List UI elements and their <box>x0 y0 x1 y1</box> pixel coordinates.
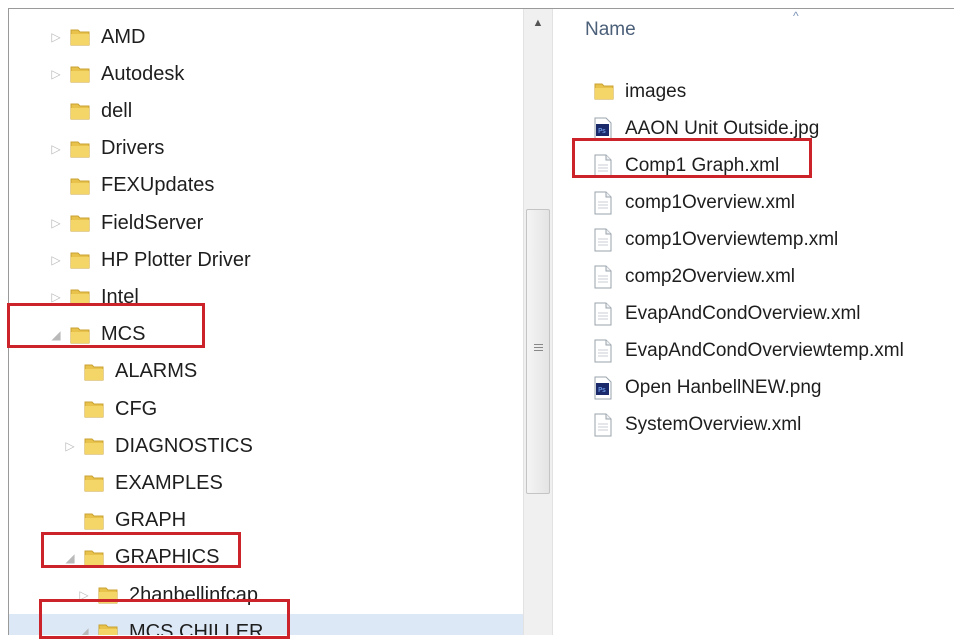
folder-icon <box>69 26 91 48</box>
folder-icon <box>593 80 614 104</box>
file-item-label: Open HanbellNEW.png <box>625 377 822 398</box>
sort-ascending-icon: ^ <box>793 9 799 23</box>
document-icon <box>593 413 613 437</box>
tree-item[interactable]: dell <box>49 93 132 129</box>
folder-icon <box>83 472 105 494</box>
file-item[interactable]: EvapAndCondOverviewtemp.xml <box>593 334 904 368</box>
expand-arrow-icon[interactable]: ▷ <box>49 67 63 81</box>
tree-item-label: CFG <box>115 397 158 420</box>
file-item-label: comp1Overview.xml <box>625 192 795 213</box>
folder-icon <box>83 435 105 457</box>
tree-item-label: FieldServer <box>101 211 204 234</box>
expand-arrow-icon <box>49 179 63 193</box>
tree-item-label: EXAMPLES <box>115 471 223 494</box>
tree-item[interactable]: ▷ DIAGNOSTICS <box>63 428 253 464</box>
tree-item[interactable]: EXAMPLES <box>63 465 223 501</box>
tree-item[interactable]: CFG <box>63 391 157 427</box>
document-icon <box>593 265 613 289</box>
folder-icon <box>83 398 105 420</box>
expand-arrow-icon <box>63 514 77 528</box>
document-icon <box>593 302 613 326</box>
expand-arrow-icon <box>49 104 63 118</box>
tree-item-label: Drivers <box>101 137 165 160</box>
folder-icon <box>69 212 91 234</box>
tree-item-label: AMD <box>101 25 146 48</box>
column-header-name[interactable]: Name <box>585 19 636 41</box>
file-item-label: comp1Overviewtemp.xml <box>625 229 839 250</box>
file-item-label: images <box>625 81 687 102</box>
file-item[interactable]: comp1Overviewtemp.xml <box>593 223 838 257</box>
tree-item-label: FEXUpdates <box>101 174 215 197</box>
expand-arrow-icon <box>63 402 77 416</box>
file-item-label: EvapAndCondOverviewtemp.xml <box>625 340 904 361</box>
folder-icon <box>83 510 105 532</box>
file-item-label: AAON Unit Outside.jpg <box>625 118 820 139</box>
tree-scrollbar[interactable]: ▲ <box>523 9 553 635</box>
tree-item[interactable]: ALARMS <box>63 354 197 390</box>
file-item-label: comp2Overview.xml <box>625 266 795 287</box>
expand-arrow-icon[interactable]: ▷ <box>63 439 77 453</box>
file-item[interactable]: images <box>593 75 686 109</box>
photoshop-file-icon: Ps <box>593 376 613 400</box>
file-item[interactable]: comp1Overview.xml <box>593 186 795 220</box>
highlight-box-mcs <box>7 303 205 348</box>
scroll-up-arrow-icon[interactable]: ▲ <box>524 9 552 37</box>
tree-item[interactable]: ▷ FieldServer <box>49 205 203 241</box>
tree-item-label: GRAPH <box>115 509 187 532</box>
scrollbar-thumb[interactable] <box>526 209 550 494</box>
tree-item-label: DIAGNOSTICS <box>115 434 253 457</box>
file-item[interactable]: Ps Open HanbellNEW.png <box>593 371 821 405</box>
svg-text:Ps: Ps <box>598 386 606 394</box>
svg-text:Ps: Ps <box>598 127 606 135</box>
document-icon <box>593 228 613 252</box>
tree-item[interactable]: ▷ HP Plotter Driver <box>49 242 251 278</box>
folder-icon <box>83 361 105 383</box>
document-icon <box>593 339 613 363</box>
file-item-label: EvapAndCondOverview.xml <box>625 303 861 324</box>
expand-arrow-icon[interactable]: ▷ <box>49 30 63 44</box>
expand-arrow-icon[interactable]: ▷ <box>49 142 63 156</box>
expand-arrow-icon[interactable]: ▷ <box>49 216 63 230</box>
folder-icon <box>69 175 91 197</box>
highlight-box-comp1-graph <box>572 138 812 178</box>
grip-icon <box>534 344 543 351</box>
tree-item[interactable]: ▷ Drivers <box>49 131 164 167</box>
tree-item-label: Autodesk <box>101 62 185 85</box>
highlight-box-mcs-chiller <box>39 599 290 639</box>
file-item[interactable]: EvapAndCondOverview.xml <box>593 297 861 331</box>
highlight-box-graphics <box>41 532 241 568</box>
file-list: Name ^ images Ps AAON Unit Outside.jpg Comp… <box>553 9 954 635</box>
expand-arrow-icon <box>63 476 77 490</box>
tree-item-label: ALARMS <box>115 360 198 383</box>
file-item[interactable]: comp2Overview.xml <box>593 260 795 294</box>
folder-icon <box>69 138 91 160</box>
tree-item[interactable]: ▷ Autodesk <box>49 56 184 92</box>
folder-icon <box>69 249 91 271</box>
folder-icon <box>69 63 91 85</box>
expand-arrow-icon[interactable]: ▷ <box>49 253 63 267</box>
file-item-label: SystemOverview.xml <box>625 414 802 435</box>
file-item[interactable]: SystemOverview.xml <box>593 408 801 442</box>
document-icon <box>593 191 613 215</box>
tree-item[interactable]: ▷ AMD <box>49 19 145 55</box>
folder-icon <box>69 100 91 122</box>
tree-item-label: HP Plotter Driver <box>101 248 251 271</box>
tree-item-label: dell <box>101 99 133 122</box>
tree-item[interactable]: FEXUpdates <box>49 168 214 204</box>
expand-arrow-icon <box>63 365 77 379</box>
